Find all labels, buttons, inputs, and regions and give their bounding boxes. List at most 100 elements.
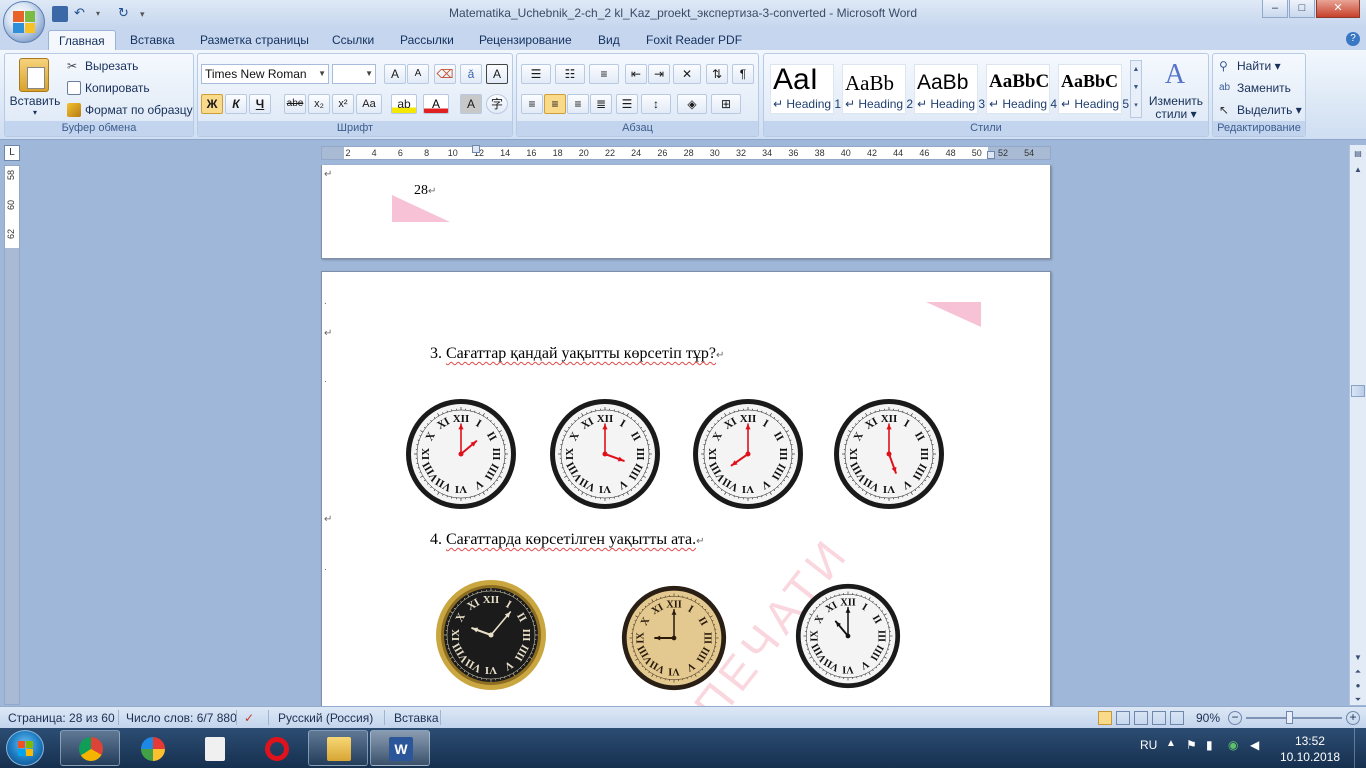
taskbar-explorer[interactable]	[308, 730, 368, 766]
show-desktop-button[interactable]	[1354, 728, 1366, 768]
paste-icon[interactable]	[19, 58, 49, 92]
insert-mode[interactable]: Вставка	[394, 711, 439, 725]
zoom-level[interactable]: 90%	[1196, 711, 1220, 725]
document-page[interactable]: . ↵ . ↵ . . 3. Сағаттар қандай уақытты к…	[321, 271, 1051, 731]
format-painter-button[interactable]: Формат по образцу	[65, 100, 193, 120]
style-heading-1[interactable]: AaI ↵ Heading 1	[770, 63, 841, 114]
font-size-select[interactable]: ▼	[332, 64, 376, 84]
align-left-icon[interactable]: ≡	[521, 94, 543, 114]
scroll-thumb[interactable]	[1351, 385, 1365, 397]
distributed-icon[interactable]: ☰	[616, 94, 638, 114]
scroll-up-icon[interactable]: ▲	[1351, 163, 1365, 177]
taskbar-chrome[interactable]	[60, 730, 120, 766]
select-button[interactable]: ↖ Выделить ▾	[1217, 100, 1302, 120]
flag-icon[interactable]: ⚑	[1186, 738, 1197, 752]
office-button[interactable]	[3, 1, 45, 43]
line-spacing-icon[interactable]: ↕	[641, 94, 671, 114]
change-styles-label-1[interactable]: Изменить	[1144, 94, 1208, 108]
bullets-icon[interactable]: ☰	[521, 64, 551, 84]
tab-page-layout[interactable]: Разметка страницы	[190, 30, 319, 50]
style-heading-2[interactable]: AaBb ↵ Heading 2	[842, 64, 913, 114]
find-button[interactable]: ⚲ Найти ▾	[1217, 56, 1281, 76]
page-indicator[interactable]: Страница: 28 из 60	[8, 711, 115, 725]
start-button[interactable]	[6, 730, 44, 766]
previous-page-icon[interactable]: ⏶	[1351, 665, 1365, 679]
scroll-down-icon[interactable]: ▼	[1351, 651, 1365, 665]
grow-font-button[interactable]: A	[384, 64, 406, 84]
paste-button[interactable]: Вставить	[9, 94, 61, 108]
tab-mailings[interactable]: Рассылки	[390, 30, 464, 50]
help-icon[interactable]: ?	[1346, 32, 1360, 46]
zoom-slider-thumb[interactable]	[1286, 711, 1294, 724]
word-count[interactable]: Число слов: 6/7 880	[126, 711, 237, 725]
font-name-select[interactable]: Times New Roman ▼	[201, 64, 329, 84]
tab-foxit[interactable]: Foxit Reader PDF	[636, 30, 752, 50]
multilevel-list-icon[interactable]: ≡	[589, 64, 619, 84]
subscript-button[interactable]: x₂	[308, 94, 330, 114]
phonetic-guide-icon[interactable]: ǎ	[460, 64, 482, 84]
zoom-in-icon[interactable]: +	[1346, 711, 1360, 725]
browse-object-icon[interactable]: ●	[1351, 679, 1365, 693]
volume-icon[interactable]: ◀	[1250, 738, 1259, 752]
tab-home[interactable]: Главная	[48, 30, 116, 50]
decrease-indent-icon[interactable]: ⇤	[625, 64, 647, 84]
next-page-icon[interactable]: ⏷	[1351, 693, 1365, 707]
style-heading-3[interactable]: AaBb ↵ Heading 3	[914, 64, 985, 114]
taskbar-app-2[interactable]	[122, 730, 182, 766]
horizontal-ruler[interactable]: 2 4 6 8 10 12 14 16 18 20 22 24 26 28 30 32 34 36 38 40 42 44…	[321, 145, 1051, 160]
bold-button[interactable]: Ж	[201, 94, 223, 114]
styles-scroll[interactable]: ▲ ▼ ▾	[1130, 60, 1142, 118]
italic-button[interactable]: К	[225, 94, 247, 114]
language-indicator[interactable]: Русский (Россия)	[278, 711, 373, 725]
replace-button[interactable]: ab Заменить	[1217, 78, 1291, 98]
vertical-scrollbar[interactable]: ▤ ▲ ▼ ⏶ ● ⏷	[1349, 145, 1366, 705]
zoom-out-icon[interactable]: −	[1228, 711, 1242, 725]
print-layout-icon[interactable]	[1098, 711, 1112, 725]
taskbar-clock[interactable]: 13:52 10.10.2018	[1280, 733, 1340, 765]
text-direction-icon[interactable]: ✕	[673, 64, 701, 84]
outline-icon[interactable]	[1152, 711, 1166, 725]
battery-icon[interactable]: ▮	[1206, 738, 1213, 752]
increase-indent-icon[interactable]: ⇥	[648, 64, 670, 84]
tab-references[interactable]: Ссылки	[322, 30, 384, 50]
taskbar-word[interactable]: W	[370, 730, 430, 766]
tab-review[interactable]: Рецензирование	[469, 30, 582, 50]
strikethrough-button[interactable]: abe	[284, 94, 306, 114]
shading-icon[interactable]: ◈	[677, 94, 707, 114]
tab-selector[interactable]: L	[4, 145, 20, 161]
indent-marker[interactable]	[472, 145, 480, 153]
superscript-button[interactable]: x²	[332, 94, 354, 114]
ruler-toggle-icon[interactable]: ▤	[1351, 147, 1365, 161]
maximize-button[interactable]: □	[1289, 0, 1315, 18]
style-heading-4[interactable]: AaBbC ↵ Heading 4	[986, 64, 1057, 114]
paste-dropdown-icon[interactable]: ▾	[9, 108, 61, 117]
clear-format-icon[interactable]: ⌫	[434, 64, 456, 84]
change-styles-label-2[interactable]: стили ▾	[1144, 107, 1208, 121]
character-shading-icon[interactable]: A	[460, 94, 482, 114]
web-layout-icon[interactable]	[1134, 711, 1148, 725]
numbering-icon[interactable]: ☷	[555, 64, 585, 84]
draft-icon[interactable]	[1170, 711, 1184, 725]
network-icon[interactable]: ◉	[1228, 738, 1238, 752]
copy-button[interactable]: Копировать	[65, 78, 150, 98]
enclose-characters-icon[interactable]: 字	[486, 94, 508, 114]
show-marks-icon[interactable]: ¶	[732, 64, 754, 84]
tab-view[interactable]: Вид	[588, 30, 630, 50]
language-tray[interactable]: RU	[1140, 738, 1157, 752]
shrink-font-button[interactable]: A	[407, 64, 429, 84]
character-border-icon[interactable]: A	[486, 64, 508, 84]
spelling-check-icon[interactable]: ✓	[244, 711, 254, 725]
minimize-button[interactable]: –	[1262, 0, 1288, 18]
style-heading-5[interactable]: AaBbC ↵ Heading 5	[1058, 64, 1129, 114]
cut-button[interactable]: ✂ Вырезать	[65, 56, 138, 76]
full-screen-icon[interactable]	[1116, 711, 1130, 725]
taskbar-calculator[interactable]	[184, 730, 244, 766]
right-indent-marker[interactable]	[987, 151, 995, 159]
change-styles-icon[interactable]: A	[1160, 60, 1190, 90]
justify-icon[interactable]: ≣	[590, 94, 612, 114]
tray-overflow-icon[interactable]: ▲	[1166, 738, 1176, 749]
vertical-ruler[interactable]: 58 60 62	[4, 165, 20, 705]
align-center-icon[interactable]: ≡	[544, 94, 566, 114]
underline-button[interactable]: Ч	[249, 94, 271, 114]
tab-insert[interactable]: Вставка	[120, 30, 185, 50]
